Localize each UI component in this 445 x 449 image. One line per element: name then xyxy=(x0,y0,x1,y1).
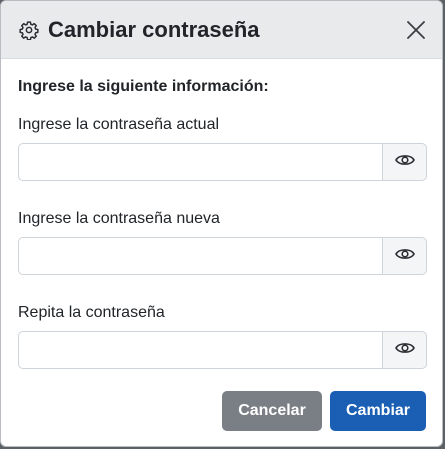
change-password-dialog: Cambiar contraseña Ingrese la siguiente … xyxy=(0,0,443,447)
repeat-password-group xyxy=(18,331,427,369)
current-password-label: Ingrese la contraseña actual xyxy=(18,116,220,133)
close-icon[interactable] xyxy=(404,18,428,42)
gear-icon xyxy=(18,19,40,41)
dialog-body: Ingrese la siguiente información: Ingres… xyxy=(1,59,442,369)
eye-icon xyxy=(394,153,415,172)
new-password-label: Ingrese la contraseña nueva xyxy=(18,210,220,227)
instruction-text: Ingrese la siguiente información: xyxy=(18,78,269,95)
current-password-input[interactable] xyxy=(18,143,382,181)
dialog-footer: Cancelar Cambiar xyxy=(1,391,442,431)
toggle-repeat-password-button[interactable] xyxy=(382,331,427,369)
dialog-title: Cambiar contraseña xyxy=(48,16,260,42)
new-password-input[interactable] xyxy=(18,237,382,275)
change-password-button[interactable]: Cambiar xyxy=(330,391,426,431)
new-password-group xyxy=(18,237,427,275)
dialog-header: Cambiar contraseña xyxy=(1,1,442,59)
eye-icon xyxy=(394,341,415,360)
cancel-button[interactable]: Cancelar xyxy=(222,391,322,431)
toggle-new-password-button[interactable] xyxy=(382,237,427,275)
toggle-current-password-button[interactable] xyxy=(382,143,427,181)
repeat-password-input[interactable] xyxy=(18,331,382,369)
repeat-password-label: Repita la contraseña xyxy=(18,304,165,321)
current-password-group xyxy=(18,143,427,181)
eye-icon xyxy=(394,247,415,266)
